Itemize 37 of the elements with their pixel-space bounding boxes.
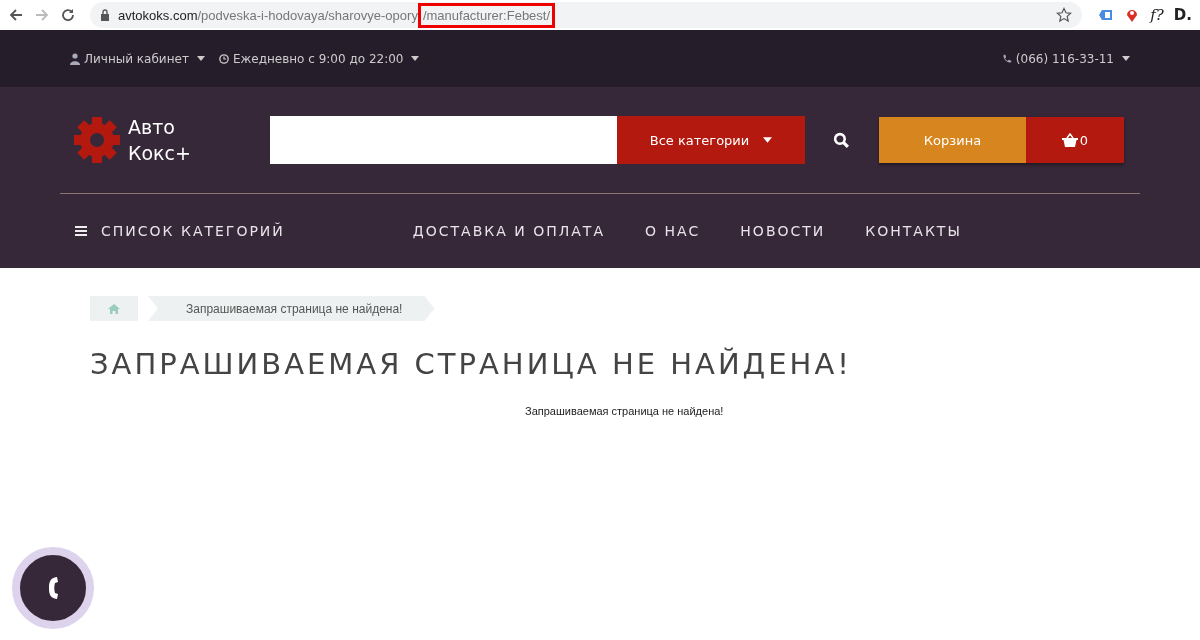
extension-icon[interactable] bbox=[1098, 7, 1115, 23]
clock-icon bbox=[218, 52, 229, 65]
nav-link[interactable]: НОВОСТИ bbox=[740, 223, 826, 239]
address-bar[interactable]: avtokoks.com/podveska-i-hodovaya/sharovye-opory /manufacturer:Febest/ bbox=[90, 2, 1083, 28]
cart-count-button[interactable]: 0 bbox=[1026, 117, 1124, 163]
basket-icon bbox=[1061, 133, 1078, 147]
phone-icon bbox=[1001, 52, 1012, 65]
caret-icon bbox=[1122, 56, 1130, 61]
back-icon[interactable] bbox=[8, 7, 24, 23]
caret-icon bbox=[763, 137, 773, 143]
nav-link[interactable]: ДОСТАВКА И ОПЛАТА bbox=[412, 223, 605, 239]
nav-link[interactable]: КОНТАКТЫ bbox=[865, 223, 962, 239]
phone-link[interactable]: (066) 116-33-11 bbox=[1001, 51, 1130, 66]
search-icon[interactable] bbox=[833, 131, 850, 149]
menu-icon bbox=[75, 226, 87, 236]
star-icon[interactable] bbox=[1056, 7, 1073, 23]
url-text: avtokoks.com/podveska-i-hodovaya/sharovye-opory bbox=[118, 7, 418, 23]
account-link[interactable]: Личный кабинет bbox=[70, 51, 205, 66]
user-icon bbox=[70, 52, 80, 65]
hours-link[interactable]: Ежедневно с 9:00 до 22:00 bbox=[218, 51, 420, 66]
not-found-message: Запрашиваемая страница не найдена! bbox=[525, 405, 725, 417]
page-title: ЗАПРАШИВАЕМАЯ СТРАНИЦА НЕ НАЙДЕНА! bbox=[90, 347, 853, 381]
lock-icon bbox=[100, 9, 110, 21]
phone-handset-icon bbox=[47, 575, 59, 601]
search-field[interactable] bbox=[270, 116, 617, 164]
highlighted-url-part: /manufacturer:Febest/ bbox=[417, 2, 556, 28]
reload-icon[interactable] bbox=[60, 7, 76, 23]
caret-icon bbox=[411, 56, 420, 61]
logo-text[interactable]: Авто Кокс+ bbox=[128, 114, 191, 166]
breadcrumb-item[interactable]: Запрашиваемая страница не найдена! bbox=[148, 296, 435, 321]
extension-label[interactable]: f? bbox=[1150, 6, 1164, 24]
category-dropdown[interactable]: Все категории bbox=[617, 116, 805, 164]
home-icon bbox=[108, 303, 120, 314]
nav-link[interactable]: О НАС bbox=[644, 223, 701, 239]
extension-label[interactable]: D. bbox=[1173, 6, 1192, 24]
caret-icon bbox=[196, 56, 205, 61]
category-menu-link[interactable]: СПИСОК КАТЕГОРИЙ bbox=[75, 223, 285, 239]
